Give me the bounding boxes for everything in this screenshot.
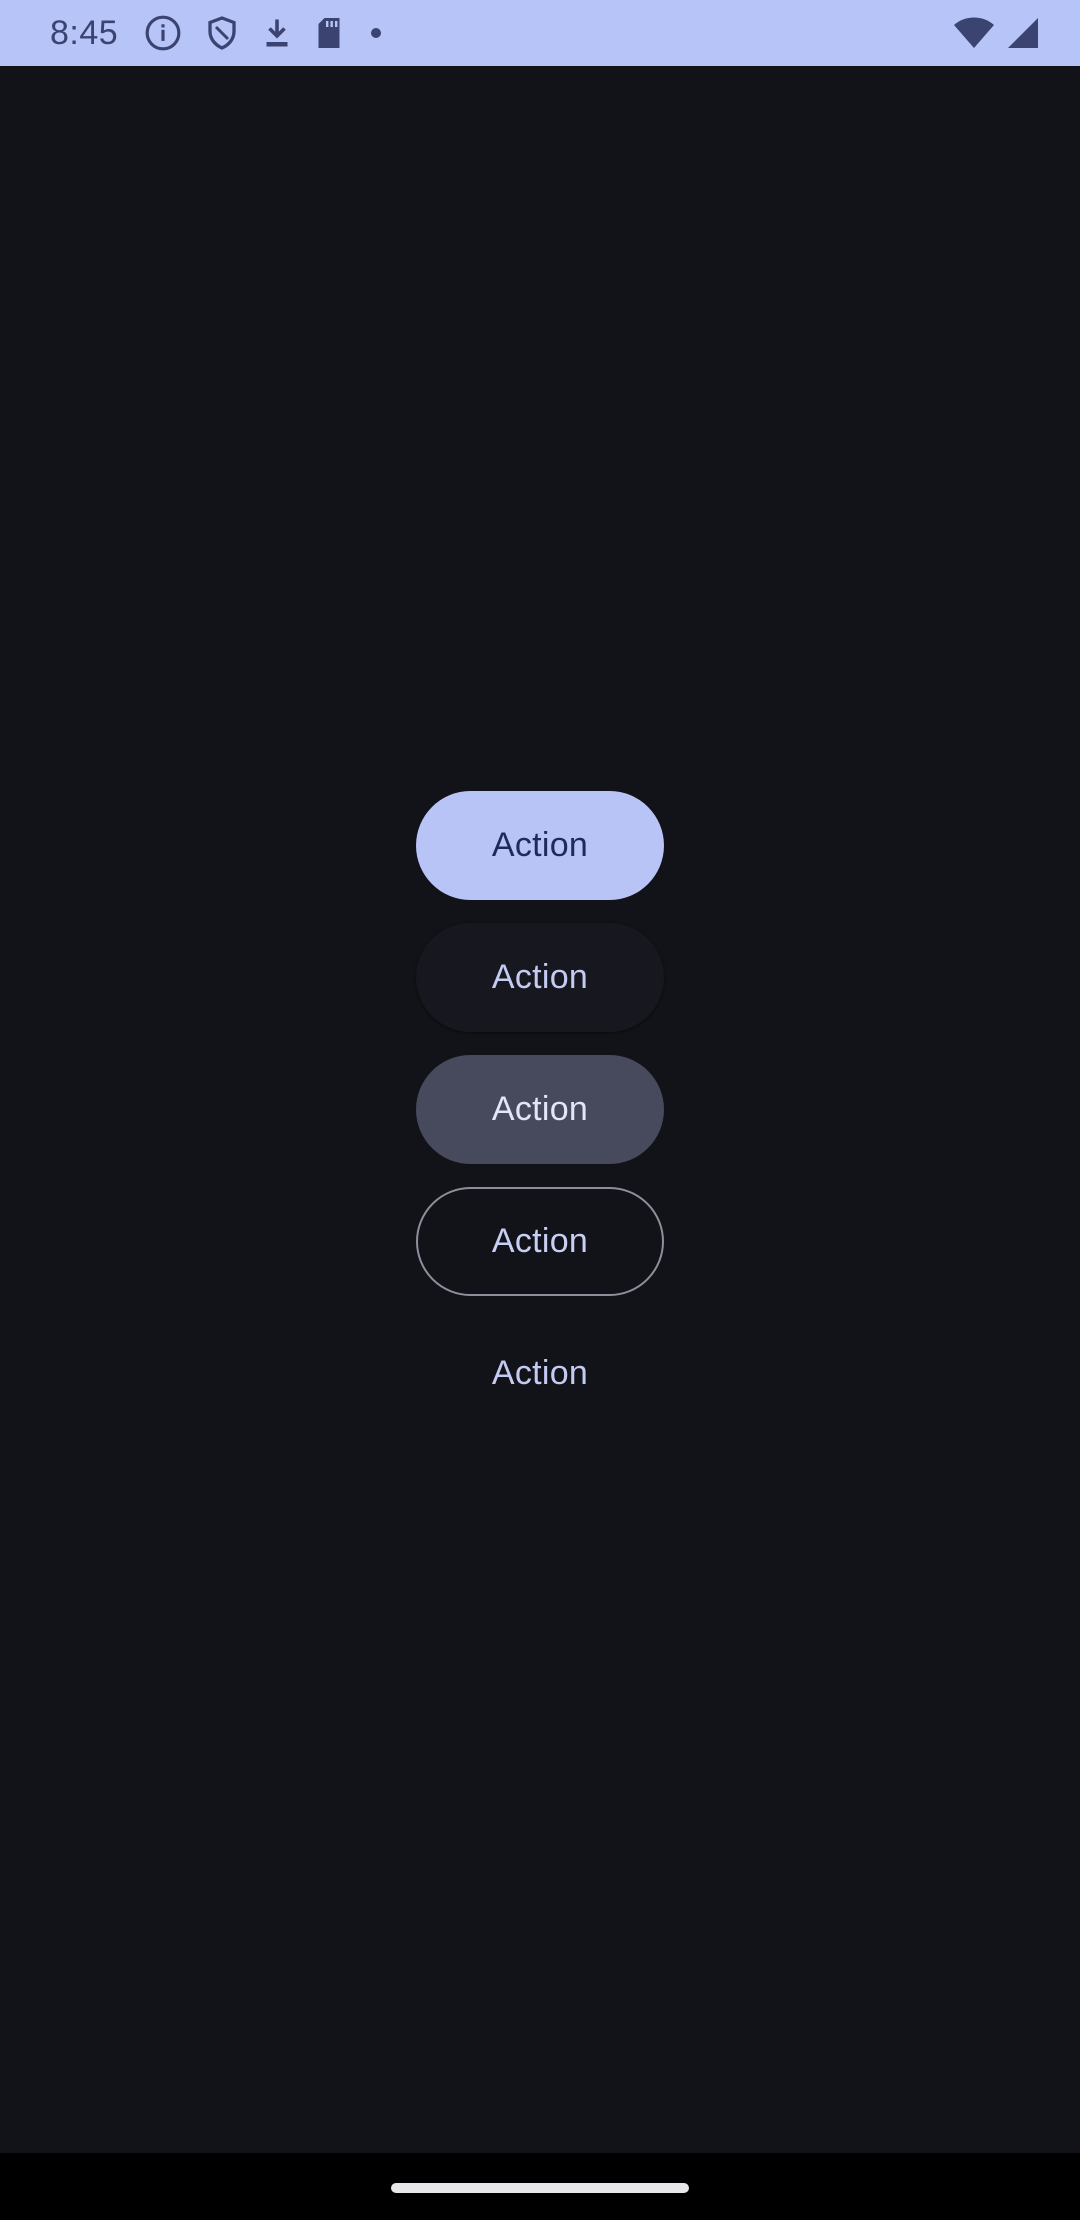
elevated-action-button[interactable]: Action bbox=[416, 923, 664, 1032]
status-bar: 8:45 bbox=[0, 0, 1080, 66]
status-time: 8:45 bbox=[50, 13, 119, 52]
wifi-icon bbox=[952, 16, 996, 50]
filled-action-button[interactable]: Action bbox=[416, 791, 664, 900]
notification-dot-icon bbox=[366, 23, 386, 43]
button-column: Action Action Action Action Action bbox=[416, 791, 664, 1428]
navigation-bar bbox=[0, 2153, 1080, 2220]
gesture-handle[interactable] bbox=[391, 2183, 689, 2193]
download-icon bbox=[262, 15, 292, 51]
outlined-action-button[interactable]: Action bbox=[416, 1187, 664, 1296]
app-screen: 8:45 Action Action Action Action Action bbox=[0, 0, 1080, 2220]
info-icon bbox=[144, 14, 182, 52]
status-icons-left bbox=[144, 14, 386, 52]
cell-signal-icon bbox=[1004, 16, 1040, 50]
shield-icon bbox=[204, 15, 240, 51]
text-action-button[interactable]: Action bbox=[416, 1319, 664, 1428]
tonal-action-button[interactable]: Action bbox=[416, 1055, 664, 1164]
sd-card-icon bbox=[314, 15, 344, 51]
status-icons-right bbox=[952, 16, 1040, 50]
